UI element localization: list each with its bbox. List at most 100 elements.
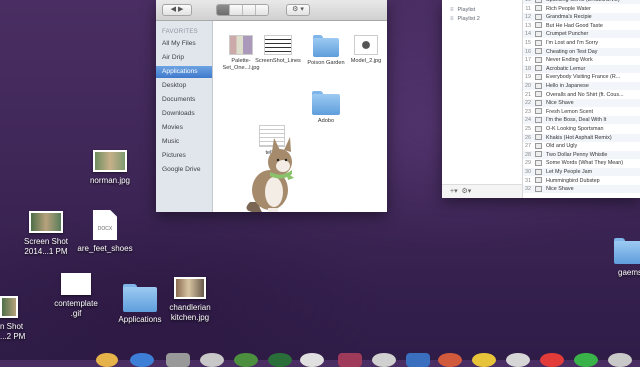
track-number: 13	[525, 22, 531, 29]
song-row[interactable]: 14 Crumpet Puncher	[523, 30, 640, 39]
song-row[interactable]: 22 Nice Shave	[523, 99, 640, 108]
dock-app-icon[interactable]	[166, 353, 190, 367]
song-row[interactable]: 29 Some Words (What They Mean)	[523, 159, 640, 167]
song-row[interactable]: 16 Cheating on Test Day	[523, 47, 640, 56]
sidebar-item-downloads[interactable]: Downloads	[156, 108, 212, 120]
song-checkbox[interactable]	[535, 151, 542, 158]
desktop-icon-chandlerian-kitchen[interactable]: chandlerian kitchen.jpg	[162, 277, 218, 323]
action-menu-button[interactable]: ⚙ ▾	[286, 4, 310, 16]
song-checkbox[interactable]	[535, 82, 542, 89]
desktop-icon-screenshot[interactable]: Screen Shot 2014...1 PM	[18, 211, 74, 257]
file-item[interactable]: ScreenShot_Lines	[253, 35, 303, 65]
sidebar-item-desktop[interactable]: Desktop	[156, 80, 212, 92]
itunes-window[interactable]: Playlist Playlist 2 +▾ ⚙▾ 10 Sparkling Ge…	[442, 0, 640, 198]
dock-app-icon[interactable]	[200, 353, 224, 367]
dock-app-icon[interactable]	[540, 353, 564, 367]
song-row[interactable]: 26 Khakis (Hot Asphalt Remix)	[523, 133, 640, 142]
icon-view-button[interactable]	[217, 5, 230, 15]
dock-app-icon[interactable]	[472, 353, 496, 367]
dock-app-icon[interactable]	[438, 353, 462, 367]
song-title: I'm Lost and I'm Sorry	[546, 40, 599, 46]
song-row[interactable]: 24 I'm the Boss, Deal With It	[523, 116, 640, 125]
song-list[interactable]: 10 Sparkling Gems (EXCLUSIVE) 11 Rich Peopl…	[522, 0, 640, 198]
list-view-button[interactable]	[230, 5, 243, 15]
song-checkbox[interactable]	[535, 108, 542, 115]
desktop-icon-norman[interactable]: norman.jpg	[84, 150, 136, 186]
dock-app-icon[interactable]	[574, 353, 598, 367]
song-row[interactable]: 12 Grandma's Recipie	[523, 13, 640, 22]
song-row[interactable]: 28 Two Dollar Penny Whistle	[523, 150, 640, 159]
song-row[interactable]: 25 O-K Looking Sportsman	[523, 125, 640, 133]
song-row[interactable]: 15 I'm Lost and I'm Sorry	[523, 39, 640, 47]
song-checkbox[interactable]	[535, 13, 542, 20]
song-checkbox[interactable]	[535, 65, 542, 72]
song-checkbox[interactable]	[535, 142, 542, 149]
song-checkbox[interactable]	[535, 116, 542, 123]
song-row[interactable]: 10 Sparkling Gems (EXCLUSIVE)	[523, 0, 640, 4]
desktop-icon-screenshot-2[interactable]: n Shot ...2 PM	[0, 296, 26, 342]
dock-app-icon[interactable]	[406, 353, 430, 367]
dock-app-icon[interactable]	[130, 353, 154, 367]
file-item[interactable]: Model_2.jpg	[343, 35, 389, 65]
song-checkbox[interactable]	[535, 0, 542, 3]
song-row[interactable]: 32 Nice Shave	[523, 185, 640, 194]
sidebar-item-movies[interactable]: Movies	[156, 122, 212, 134]
song-checkbox[interactable]	[535, 39, 542, 46]
song-row[interactable]: 21 Overalls and No Shirt (ft. Cous...	[523, 91, 640, 99]
song-row[interactable]: 19 Everybody Visiting France (R...	[523, 73, 640, 81]
track-number: 18	[525, 65, 531, 72]
song-checkbox[interactable]	[535, 168, 542, 175]
song-row[interactable]: 18 Acrobatic Lemur	[523, 64, 640, 73]
song-row[interactable]: 31 Hummingbird Dubstep	[523, 177, 640, 185]
dock-app-icon[interactable]	[608, 353, 632, 367]
song-checkbox[interactable]	[535, 159, 542, 166]
song-checkbox[interactable]	[535, 5, 542, 12]
dock-app-icon[interactable]	[300, 353, 324, 367]
song-checkbox[interactable]	[535, 185, 542, 192]
sidebar-item-airdrop[interactable]: Air Drip	[156, 52, 212, 64]
song-checkbox[interactable]	[535, 30, 542, 37]
song-checkbox[interactable]	[535, 48, 542, 55]
cover-flow-button[interactable]	[256, 5, 268, 15]
gear-icon[interactable]: ⚙▾	[462, 188, 472, 195]
song-row[interactable]: 23 Fresh Lemon Scent	[523, 108, 640, 116]
song-checkbox[interactable]	[535, 73, 542, 80]
column-view-button[interactable]	[243, 5, 256, 15]
dock-app-icon[interactable]	[234, 353, 258, 367]
desktop-icon-gaems[interactable]: gaems	[612, 238, 640, 278]
add-icon[interactable]: +▾	[450, 188, 458, 195]
song-checkbox[interactable]	[535, 22, 542, 29]
song-row[interactable]: 13 But He Had Good Taste	[523, 22, 640, 30]
sidebar-item-applications[interactable]: Applications	[156, 66, 212, 78]
file-item[interactable]: Adobo	[303, 91, 349, 125]
dock-app-icon[interactable]	[506, 353, 530, 367]
sidebar-item-documents[interactable]: Documents	[156, 94, 212, 106]
song-checkbox[interactable]	[535, 125, 542, 132]
sidebar-item-all-my-files[interactable]: All My Files	[156, 38, 212, 50]
dock-app-icon[interactable]	[268, 353, 292, 367]
sidebar-item-music[interactable]: Music	[156, 136, 212, 148]
desktop-icon-applications[interactable]: Applications	[112, 284, 168, 325]
sidebar-item-google-drive[interactable]: Google Drive	[156, 164, 212, 176]
back-forward-buttons[interactable]: ◀ ▶	[162, 4, 192, 16]
finder-file-pane[interactable]: Palette-Set_One...l.jpg ScreenShot_Lines…	[213, 21, 387, 212]
sidebar-item-pictures[interactable]: Pictures	[156, 150, 212, 162]
song-checkbox[interactable]	[535, 99, 542, 106]
dock-app-icon[interactable]	[96, 353, 118, 367]
song-checkbox[interactable]	[535, 56, 542, 63]
song-row[interactable]: 30 Let My People Jam	[523, 168, 640, 176]
view-mode-switcher[interactable]	[216, 4, 269, 16]
song-checkbox[interactable]	[535, 134, 542, 141]
song-row[interactable]: 11 Rich People Water	[523, 5, 640, 13]
desktop-icon-are-feet-shoes[interactable]: DOCX are_feet_shoes	[76, 210, 134, 254]
song-row[interactable]: 27 Old and Ugly	[523, 142, 640, 150]
song-row[interactable]: 17 Never Ending Work	[523, 56, 640, 64]
playlist-item[interactable]: Playlist 2	[450, 16, 480, 22]
dock-app-icon[interactable]	[338, 353, 362, 367]
song-checkbox[interactable]	[535, 91, 542, 98]
song-row[interactable]: 20 Hello in Japanese	[523, 82, 640, 90]
dock-app-icon[interactable]	[372, 353, 396, 367]
song-checkbox[interactable]	[535, 177, 542, 184]
playlist-item[interactable]: Playlist	[450, 7, 476, 13]
desktop-icon-contemplate[interactable]: contemplate .gif	[50, 273, 102, 319]
